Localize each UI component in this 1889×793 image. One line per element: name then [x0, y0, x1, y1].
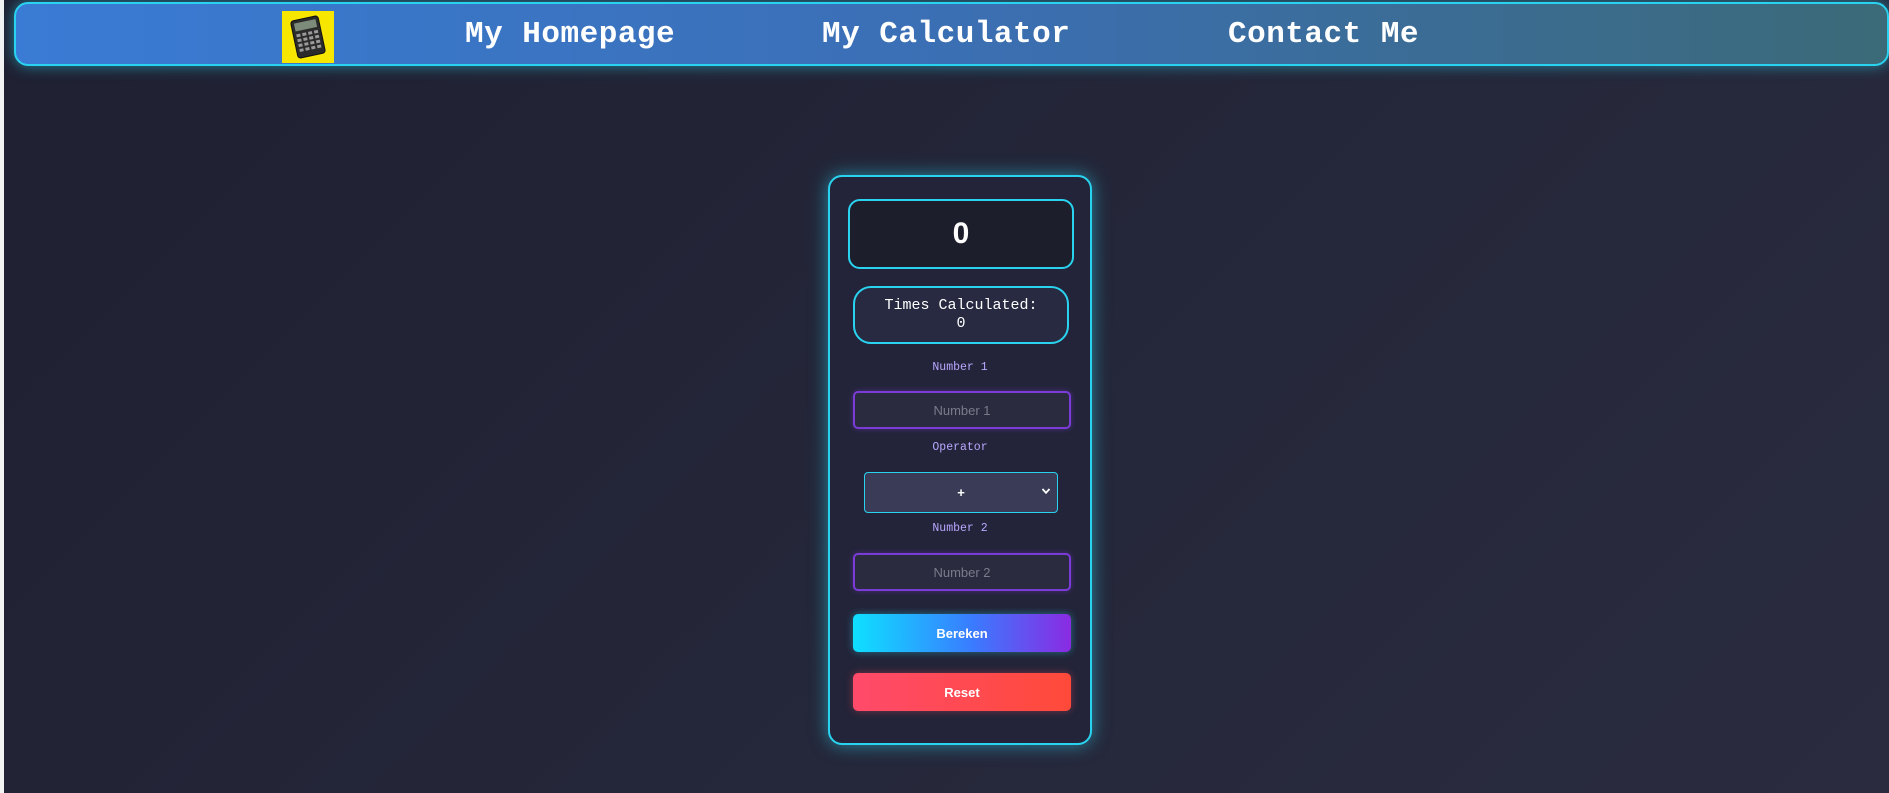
chevron-down-icon [1041, 488, 1051, 495]
result-display: 0 [848, 199, 1074, 269]
calculator-card: 0 Times Calculated: 0 Number 1 Operator … [828, 175, 1092, 745]
reset-button[interactable]: Reset [853, 673, 1071, 711]
number1-label: Number 1 [932, 361, 988, 374]
nav-link-contact[interactable]: Contact Me [1228, 17, 1419, 52]
calculate-button[interactable]: Bereken [853, 614, 1071, 652]
number2-label: Number 2 [932, 522, 988, 535]
nav-link-calculator[interactable]: My Calculator [822, 17, 1070, 52]
operator-select[interactable]: + [864, 472, 1058, 513]
counter-value: 0 [956, 315, 966, 332]
number2-input[interactable] [853, 553, 1071, 591]
operator-label: Operator [932, 441, 988, 454]
number1-input[interactable] [853, 391, 1071, 429]
nav-link-homepage[interactable]: My Homepage [465, 17, 675, 52]
counter-label: Times Calculated: [884, 297, 1038, 314]
calculation-counter: Times Calculated: 0 [853, 286, 1069, 344]
top-navbar: My Homepage My Calculator Contact Me [14, 2, 1889, 66]
operator-selected-value: + [957, 485, 965, 500]
window-edge [0, 0, 4, 793]
calculator-icon[interactable] [282, 11, 334, 63]
